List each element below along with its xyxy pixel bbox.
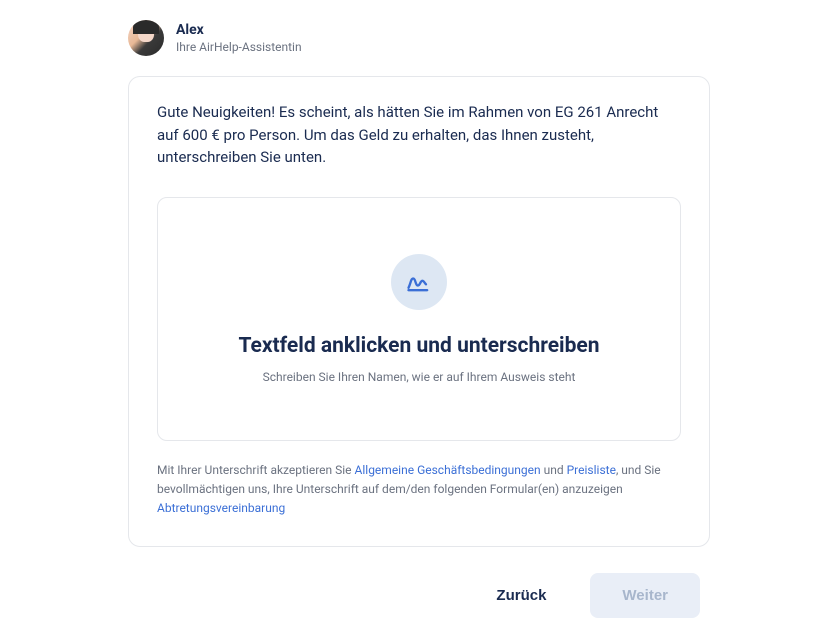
next-button[interactable]: Weiter — [590, 573, 700, 618]
assignment-link[interactable]: Abtretungsvereinbarung — [157, 501, 285, 515]
terms-link[interactable]: Allgemeine Geschäftsbedingungen — [355, 463, 541, 477]
legal-pre: Mit Ihrer Unterschrift akzeptieren Sie — [157, 463, 355, 477]
assistant-header: Alex Ihre AirHelp-Assistentin — [128, 20, 710, 56]
assistant-name: Alex — [176, 22, 302, 38]
message-text: Gute Neuigkeiten! Es scheint, als hätten… — [157, 101, 681, 169]
signature-icon — [391, 254, 447, 310]
legal-and: und — [541, 463, 567, 477]
signature-title: Textfeld anklicken und unterschreiben — [178, 334, 660, 358]
assistant-role: Ihre AirHelp-Assistentin — [176, 40, 302, 54]
avatar — [128, 20, 164, 56]
footer-actions: Zurück Weiter — [128, 573, 710, 618]
signature-field[interactable]: Textfeld anklicken und unterschreiben Sc… — [157, 197, 681, 441]
main-card: Gute Neuigkeiten! Es scheint, als hätten… — [128, 76, 710, 547]
signature-subtitle: Schreiben Sie Ihren Namen, wie er auf Ih… — [178, 370, 660, 384]
legal-text: Mit Ihrer Unterschrift akzeptieren Sie A… — [157, 461, 681, 519]
pricelist-link[interactable]: Preisliste — [567, 463, 616, 477]
back-button[interactable]: Zurück — [472, 575, 570, 616]
